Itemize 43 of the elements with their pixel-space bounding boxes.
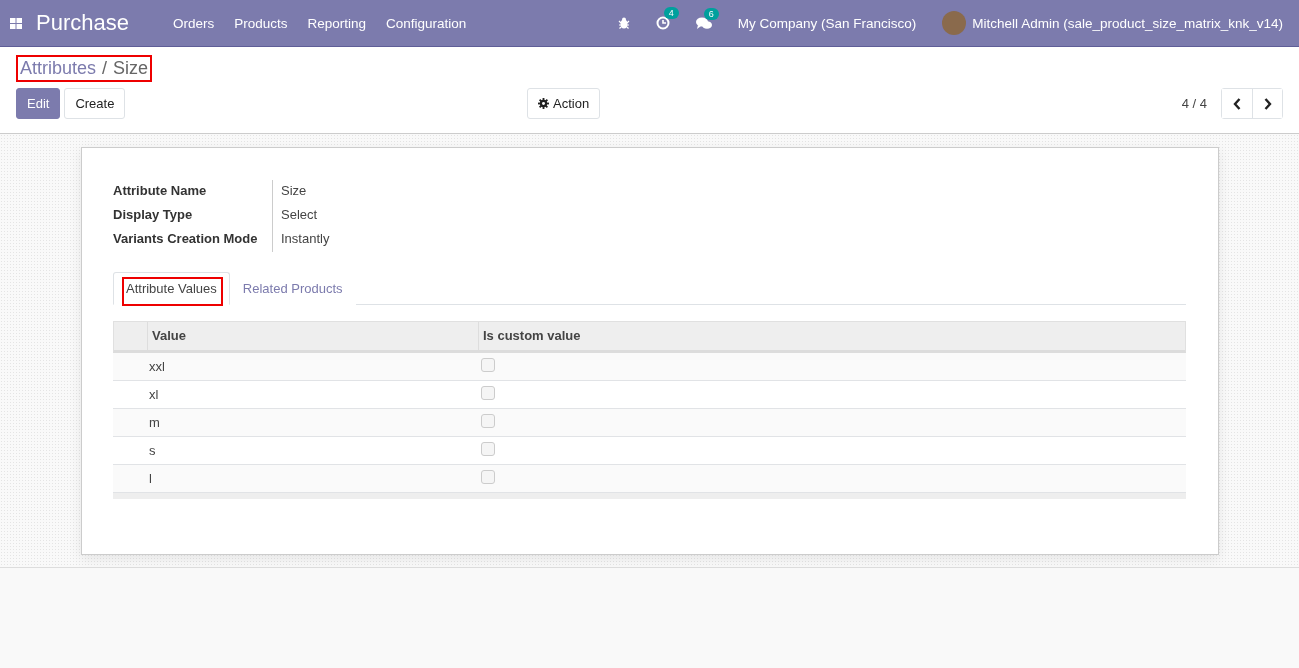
checkbox[interactable] [481, 470, 495, 484]
chevron-left-icon [1233, 97, 1241, 110]
field-value: Size [272, 180, 413, 204]
app-title: Purchase [36, 10, 129, 36]
create-button[interactable]: Create [64, 88, 126, 119]
breadcrumb-separator: / [102, 58, 108, 79]
breadcrumb-link[interactable]: Attributes [20, 58, 97, 79]
checkbox[interactable] [481, 358, 495, 372]
clock-icon[interactable] [655, 16, 670, 30]
field-value: Select [272, 204, 413, 228]
bug-icon[interactable] [617, 17, 630, 29]
tab[interactable]: Attribute Values [113, 272, 230, 305]
action-button[interactable]: Action [527, 88, 601, 119]
field-label: Variants Creation Mode [113, 230, 259, 248]
table-cell-text: m [148, 415, 161, 430]
user-menu[interactable]: Mitchell Admin (sale_product_size_matrix_knk_v14) [972, 15, 1283, 31]
activity-count-badge: 4 [663, 7, 679, 19]
company-switcher[interactable]: My Company (San Francisco) [737, 15, 917, 31]
table-cell-text: l [148, 471, 153, 486]
menu-item[interactable]: Products [234, 15, 288, 31]
edit-button[interactable]: Edit [16, 88, 61, 119]
column-header[interactable]: Is custom value [478, 322, 1185, 350]
field-label: Display Type [113, 206, 194, 224]
table-cell-text: s [148, 443, 157, 458]
checkbox[interactable] [481, 386, 495, 400]
message-count-badge: 6 [703, 7, 719, 20]
chat-icon[interactable] [695, 16, 712, 30]
column-header[interactable]: Value [147, 322, 478, 350]
checkbox[interactable] [481, 414, 495, 428]
menu-item[interactable]: Reporting [307, 15, 367, 31]
menu-item[interactable]: Orders [172, 15, 215, 31]
table-cell-text: xxl [148, 359, 166, 374]
menu-item[interactable]: Configuration [386, 15, 467, 31]
next-button[interactable] [1252, 89, 1282, 118]
breadcrumb-current: Size [113, 58, 149, 79]
gear-icon [538, 98, 549, 109]
apps-menu-icon[interactable] [10, 17, 22, 29]
chevron-right-icon [1263, 97, 1272, 110]
field-label: Attribute Name [113, 182, 208, 200]
pager-counter: 4 / 4 [1181, 96, 1207, 111]
table-cell-text: xl [148, 387, 160, 402]
field-value: Instantly [272, 228, 413, 252]
checkbox[interactable] [481, 442, 495, 456]
